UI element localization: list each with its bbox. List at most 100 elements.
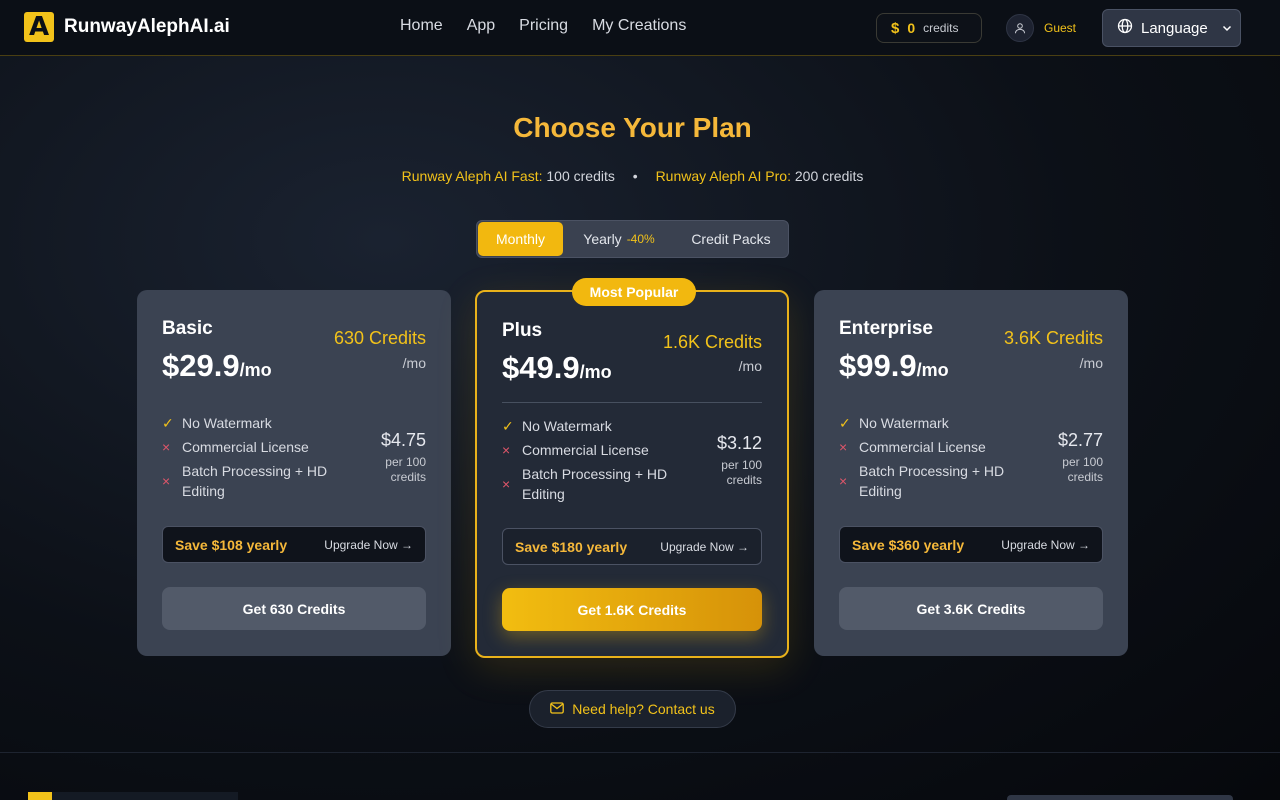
feature-label: Batch Processing + HD Editing [859,463,1005,499]
cross-icon: × [502,476,511,492]
tab-yearly[interactable]: Yearly -40% [563,222,675,256]
check-icon: ✓ [502,418,514,434]
plan-price: $99.9/mo [839,348,949,384]
most-popular-badge: Most Popular [572,278,696,306]
upgrade-now-link[interactable]: Upgrade Now → [660,540,749,554]
language-label: Language [1141,19,1208,37]
upgrade-now-link[interactable]: Upgrade Now → [1001,538,1090,552]
credits-count: 0 [907,20,916,36]
brand-name: RunwayAlephAI.ai [64,16,230,37]
yearly-savings-box[interactable]: Save $108 yearly Upgrade Now → [162,526,426,563]
feature-label: Commercial License [522,442,649,458]
feature-list: ✓ No Watermark × Commercial License × Batch… [162,413,352,505]
feature-list: ✓ No Watermark × Commercial License × Batch… [839,413,1029,505]
price-period: /mo [239,360,272,380]
billing-toggle: Monthly Yearly -40% Credit Packs [476,220,789,258]
check-icon: ✓ [162,415,174,431]
unit-price-label: per 100 credits [1062,455,1103,484]
yearly-savings-box[interactable]: Save $180 yearly Upgrade Now → [502,528,762,565]
plan-card-enterprise: Enterprise $99.9/mo 3.6K Credits /mo ✓ No… [814,290,1128,656]
feature-item: ✓ No Watermark [162,413,352,433]
plan-name: Basic [162,318,213,339]
price-amount: $49.9 [502,350,580,385]
get-credits-button[interactable]: Get 1.6K Credits [502,588,762,631]
tab-monthly[interactable]: Monthly [478,222,563,256]
unit-price: $2.77 per 100 credits [1041,430,1103,485]
plan-price: $49.9/mo [502,350,612,386]
user-menu[interactable]: Guest [1006,14,1076,42]
pro-model-label: Runway Aleph AI Pro: [655,168,791,184]
savings-text: Save $360 yearly [852,536,965,553]
mail-icon [550,701,565,717]
footer-logo[interactable] [28,792,238,800]
footer-divider [0,752,1280,753]
yearly-savings-box[interactable]: Save $360 yearly Upgrade Now → [839,526,1103,563]
feature-label: Batch Processing + HD Editing [522,466,668,502]
get-credits-button[interactable]: Get 3.6K Credits [839,587,1103,630]
tab-credit-packs[interactable]: Credit Packs [675,222,787,256]
feature-label: No Watermark [522,418,612,434]
feature-item: × Commercial License [502,440,692,460]
nav-my-creations[interactable]: My Creations [592,17,686,35]
savings-text: Save $108 yearly [175,536,288,553]
feature-item: × Batch Processing + HD Editing [502,464,692,504]
footer-logo-mark-icon [28,792,52,800]
nav-home[interactable]: Home [400,17,443,35]
fast-model-value: 100 credits [546,168,615,184]
nav-app[interactable]: App [467,17,495,35]
feature-label: No Watermark [182,415,272,431]
cross-icon: × [162,439,171,455]
check-icon: ✓ [839,415,851,431]
credits-balance[interactable]: $ 0 credits [876,13,982,43]
plan-name: Enterprise [839,318,933,339]
contact-us-button[interactable]: Need help? Contact us [529,690,736,728]
cross-icon: × [162,473,171,489]
get-credits-button[interactable]: Get 630 Credits [162,587,426,630]
upgrade-now-link[interactable]: Upgrade Now → [324,538,413,552]
plan-name: Plus [502,320,543,341]
contact-us-label: Need help? Contact us [572,701,715,717]
plan-credits: 3.6K Credits [1003,328,1103,348]
price-amount: $29.9 [162,348,240,383]
dollar-icon: $ [891,19,900,37]
nav-pricing[interactable]: Pricing [519,17,568,35]
footer-language-button[interactable] [1007,795,1233,800]
plan-credits-period: /mo [738,358,762,374]
model-credit-costs: Runway Aleph AI Fast: 100 credits • Runw… [0,168,1265,184]
language-button[interactable]: Language [1102,9,1241,47]
unit-price: $3.12 per 100 credits [700,433,762,488]
feature-item: × Batch Processing + HD Editing [839,461,1029,501]
unit-price: $4.75 per 100 credits [364,430,426,485]
tab-yearly-label: Yearly [583,231,622,247]
feature-label: No Watermark [859,415,949,431]
plan-credits: 1.6K Credits [662,332,762,352]
user-name: Guest [1044,21,1077,35]
top-header: A RunwayAlephAI.ai Home App Pricing My C… [0,0,1280,56]
brand-logo[interactable]: A RunwayAlephAI.ai [24,12,230,42]
feature-label: Commercial License [859,439,986,455]
cross-icon: × [839,439,848,455]
logo-mark-icon: A [24,12,54,42]
unit-price-value: $3.12 [716,433,762,453]
cross-icon: × [839,473,848,489]
main-nav: Home App Pricing My Creations [400,17,686,35]
yearly-discount-badge: -40% [626,232,655,246]
user-icon [1006,14,1034,42]
page-title: Choose Your Plan [513,112,752,143]
separator-dot: • [632,168,638,184]
unit-price-label: per 100 credits [721,458,762,487]
feature-item: ✓ No Watermark [502,416,692,436]
feature-item: ✓ No Watermark [839,413,1029,433]
unit-price-value: $2.77 [1057,430,1103,450]
card-divider [502,402,762,403]
feature-item: × Batch Processing + HD Editing [162,461,352,501]
cross-icon: × [502,442,511,458]
feature-item: × Commercial License [839,437,1029,457]
unit-price-value: $4.75 [380,430,426,450]
globe-icon [1117,18,1133,38]
plan-credits: 630 Credits [333,328,426,348]
feature-item: × Commercial License [162,437,352,457]
feature-label: Batch Processing + HD Editing [182,463,328,499]
credits-label: credits [923,21,959,35]
plan-credits-period: /mo [402,355,426,371]
